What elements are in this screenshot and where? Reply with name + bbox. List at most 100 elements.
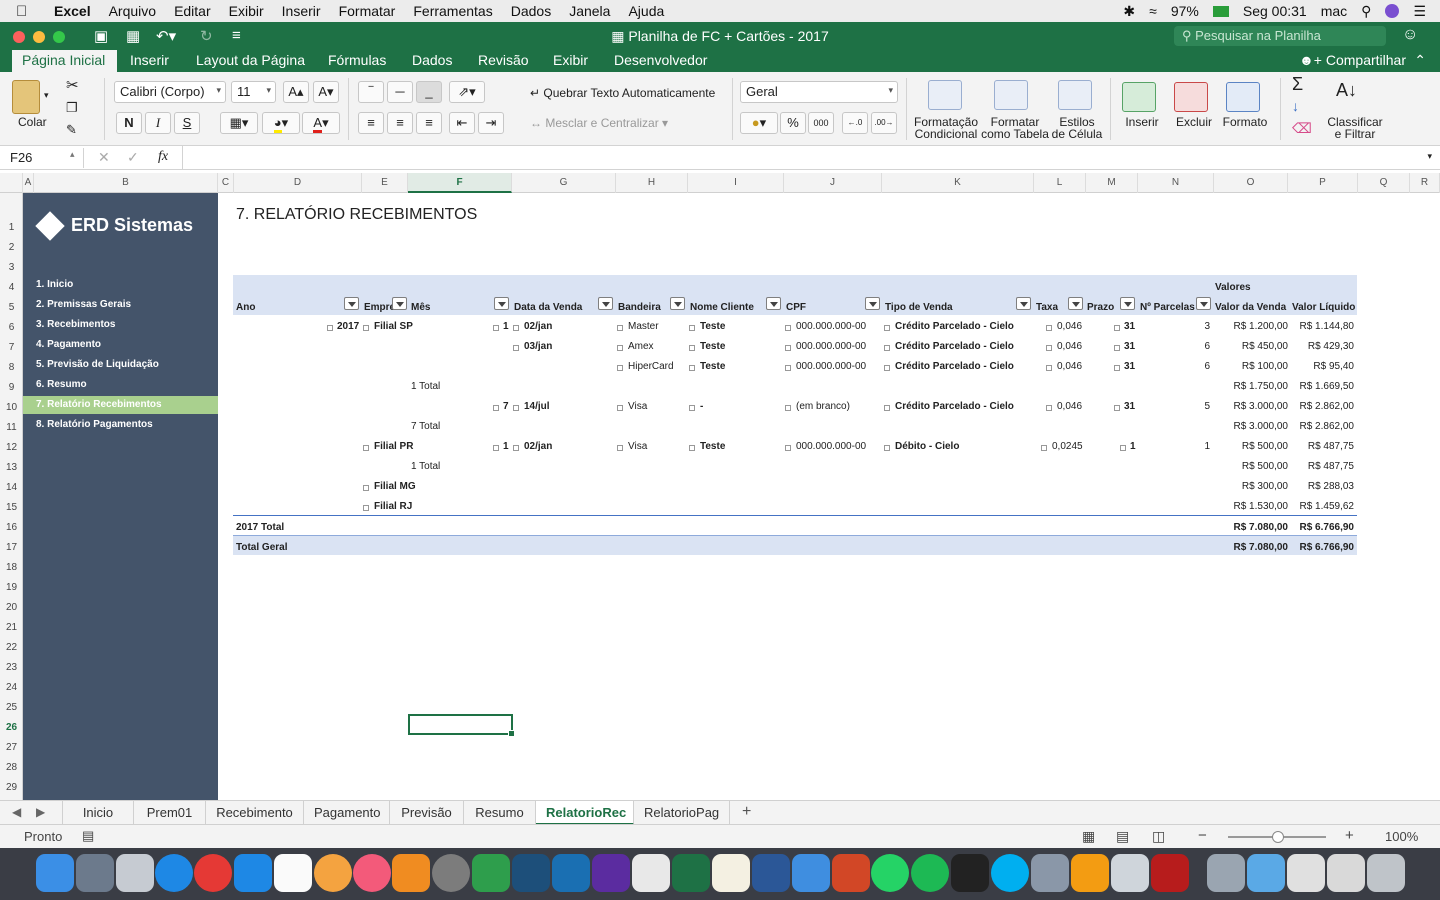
zoom-out-button[interactable]: − — [1198, 827, 1207, 844]
collapse-icon[interactable] — [513, 405, 519, 411]
column-header[interactable]: C — [218, 173, 234, 193]
cell-empresa[interactable]: Filial MG — [374, 481, 416, 492]
merge-center-button[interactable]: ↔ Mesclar e Centralizar ▾ — [530, 116, 668, 130]
collapse-icon[interactable] — [1114, 325, 1120, 331]
align-bottom-button[interactable]: _ — [416, 81, 442, 103]
collapse-icon[interactable] — [1046, 345, 1052, 351]
document-icon[interactable] — [1287, 854, 1325, 892]
collapse-icon[interactable] — [1046, 325, 1052, 331]
collapse-icon[interactable] — [785, 345, 791, 351]
whatsapp-icon[interactable] — [871, 854, 909, 892]
tab-exibir[interactable]: Exibir — [553, 52, 588, 68]
nav-item-pagamento[interactable]: 4. Pagamento — [23, 336, 218, 354]
collapse-icon[interactable] — [1114, 345, 1120, 351]
row-header[interactable]: 22 — [0, 638, 23, 658]
column-header[interactable]: Q — [1358, 173, 1410, 193]
chrome-document-icon[interactable] — [1327, 854, 1365, 892]
row-header[interactable]: 21 — [0, 618, 23, 638]
insert-cells-icon[interactable] — [1122, 82, 1156, 112]
cell-cliente[interactable]: - — [700, 401, 703, 412]
cell-parcelas[interactable]: 6 — [1150, 341, 1210, 352]
font-color-button[interactable]: A▾ — [302, 112, 340, 134]
menu-arquivo[interactable]: Arquivo — [109, 3, 156, 19]
conditional-format-label[interactable]: Formatação Condicional — [914, 116, 978, 140]
column-header[interactable]: A — [23, 173, 34, 193]
cell-valor-venda[interactable]: R$ 100,00 — [1214, 361, 1288, 372]
page-break-view-icon[interactable]: ◫ — [1152, 828, 1165, 845]
collapse-icon[interactable] — [689, 345, 695, 351]
select-all-button[interactable] — [0, 173, 23, 193]
filezilla-icon[interactable] — [1151, 854, 1189, 892]
delete-cells-icon[interactable] — [1174, 82, 1208, 112]
siri-icon[interactable] — [1385, 4, 1400, 18]
nav-item-relatorio-pagamentos[interactable]: 8. Relatório Pagamentos — [23, 416, 218, 434]
apple-icon[interactable]:  — [16, 3, 40, 20]
imovie-icon[interactable] — [592, 854, 630, 892]
row-header[interactable]: 3 — [0, 258, 23, 278]
decrease-indent-button[interactable]: ⇤ — [449, 112, 475, 134]
italic-button[interactable]: I — [145, 112, 171, 134]
cell-valor-liquido[interactable]: R$ 1.669,50 — [1288, 381, 1355, 392]
collapse-icon[interactable] — [493, 325, 499, 331]
paste-icon[interactable] — [12, 80, 40, 114]
sheet-tab-relatoriopag[interactable]: RelatorioPag — [634, 801, 730, 825]
cell-empresa[interactable]: Filial SP — [374, 321, 413, 332]
cell-subtotal-label[interactable]: 1 Total — [411, 461, 440, 472]
filter-button-data[interactable] — [598, 297, 613, 310]
preview-icon[interactable] — [116, 854, 154, 892]
filter-button-prazo[interactable] — [1120, 297, 1135, 310]
menu-ferramentas[interactable]: Ferramentas — [413, 3, 492, 19]
cell-valor-liquido[interactable]: R$ 1.144,80 — [1288, 321, 1355, 332]
folder-icon[interactable] — [1247, 854, 1285, 892]
system-preferences-icon[interactable] — [432, 854, 470, 892]
cell-taxa[interactable]: 0,0245 — [1052, 441, 1083, 452]
collapse-icon[interactable] — [689, 325, 695, 331]
collapse-icon[interactable] — [884, 365, 890, 371]
column-header[interactable]: E — [362, 173, 408, 193]
evernote-icon[interactable] — [472, 854, 510, 892]
collapse-icon[interactable] — [884, 345, 890, 351]
column-header[interactable]: K — [882, 173, 1034, 193]
cell-valor-venda[interactable]: R$ 1.750,00 — [1214, 381, 1289, 392]
column-header[interactable]: F — [408, 173, 512, 193]
sheet-tab-previsao[interactable]: Previsão — [390, 801, 464, 825]
activity-monitor-icon[interactable] — [951, 854, 989, 892]
nav-item-inicio[interactable]: 1. Inicio — [23, 276, 218, 294]
collapse-icon[interactable] — [689, 445, 695, 451]
wrap-text-button[interactable]: ↵ Quebrar Texto Automaticamente — [530, 86, 715, 100]
autosum-icon[interactable]: Σ — [1292, 74, 1303, 95]
launchpad-icon[interactable] — [76, 854, 114, 892]
page-layout-view-icon[interactable]: ▤ — [1116, 828, 1129, 845]
macro-record-icon[interactable]: ▤ — [82, 828, 94, 844]
format-cells-icon[interactable] — [1226, 82, 1260, 112]
pages-icon[interactable] — [712, 854, 750, 892]
cell-tipo[interactable]: Débito - Cielo — [895, 441, 959, 452]
collapse-icon[interactable] — [884, 405, 890, 411]
cell-subtotal-label[interactable]: 7 Total — [411, 421, 440, 432]
collapse-icon[interactable] — [493, 445, 499, 451]
menu-dados[interactable]: Dados — [511, 3, 551, 19]
search-box[interactable]: ⚲ Pesquisar na Planilha — [1174, 26, 1386, 46]
row-header[interactable]: 25 — [0, 698, 23, 718]
cell-valor-liquido[interactable]: R$ 95,40 — [1288, 361, 1354, 372]
books-icon[interactable] — [392, 854, 430, 892]
cell-cpf[interactable]: 000.000.000-00 — [796, 441, 866, 452]
collapse-icon[interactable] — [1114, 365, 1120, 371]
cell-valor-liquido[interactable]: R$ 1.459,62 — [1288, 501, 1355, 512]
cell-data[interactable]: 02/jan — [524, 321, 552, 332]
user-name[interactable]: mac — [1321, 3, 1347, 19]
font-name-select[interactable]: Calibri (Corpo) ▾ — [114, 81, 226, 103]
cell-valor-venda[interactable]: R$ 1.200,00 — [1214, 321, 1289, 332]
column-header[interactable]: J — [784, 173, 882, 193]
year-total-label[interactable]: 2017 Total — [236, 522, 284, 533]
name-box-stepper-icon[interactable]: ▴ — [70, 149, 75, 160]
align-middle-button[interactable]: ─ — [387, 81, 413, 103]
row-header[interactable]: 28 — [0, 758, 23, 778]
add-sheet-button[interactable]: + — [742, 803, 751, 821]
row-header[interactable]: 17 — [0, 538, 23, 558]
cell-prazo[interactable]: 31 — [1124, 341, 1135, 352]
cell-data[interactable]: 03/jan — [524, 341, 552, 352]
cell-valor-venda[interactable]: R$ 3.000,00 — [1214, 401, 1289, 412]
row-header[interactable]: 15 — [0, 498, 23, 518]
settings-gear-icon[interactable] — [1031, 854, 1069, 892]
